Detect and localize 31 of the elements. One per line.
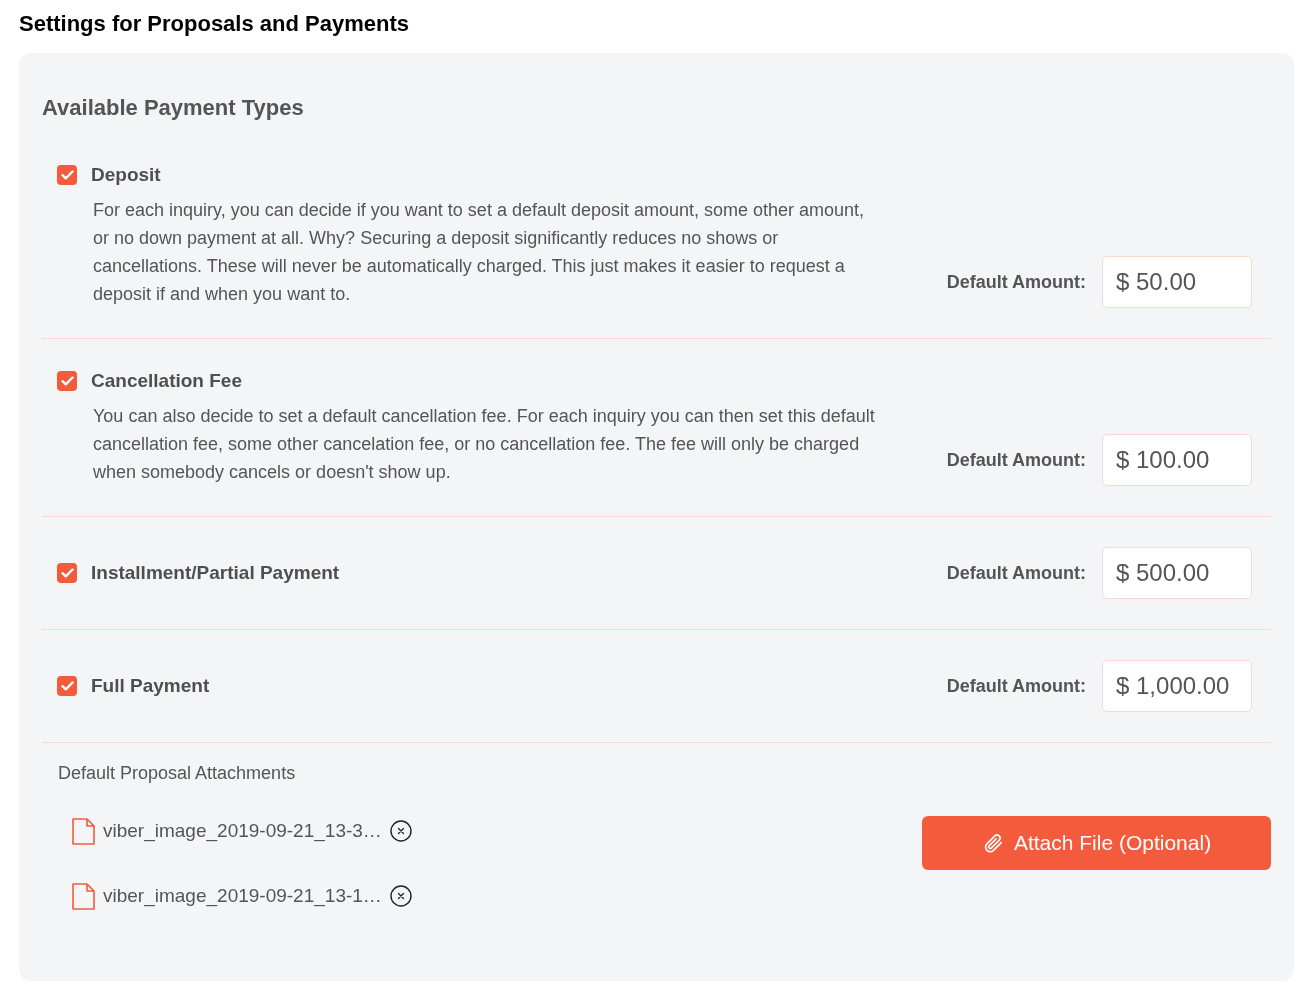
file-name[interactable]: viber_image_2019-09-21_13-3… — [103, 816, 382, 846]
checkbox[interactable] — [57, 563, 77, 583]
payment-type-description: You can also decide to set a default cancellation fee. For each inquiry you can then set this default cancellation fee, some other cancelation fee, or no cancellation fee. The fee will only be charged when somebody cancels or doesn't show up. — [93, 405, 876, 484]
payment-type-label: Deposit — [91, 162, 161, 187]
amount-field[interactable]: $ 50.00 — [1102, 256, 1252, 308]
remove-icon[interactable] — [389, 820, 412, 842]
document-icon — [72, 817, 95, 845]
amount-label: Default Amount: — [946, 561, 1086, 585]
checkbox[interactable] — [57, 676, 77, 696]
checkbox[interactable] — [57, 165, 77, 185]
file-name[interactable]: viber_image_2019-09-21_13-1… — [103, 881, 382, 911]
payment-type-description: For each inquiry, you can decide if you want to set a default deposit amount, some other amount, or no down payment at all. Why? Securing a deposit significantly reduces no shows or cancellations. These will never be automatically charged. This just makes it easier to request a deposit if and when you want to. — [93, 199, 866, 306]
check-icon — [60, 170, 74, 180]
check-icon — [60, 681, 74, 691]
amount-label: Default Amount: — [946, 270, 1086, 294]
check-icon — [60, 376, 74, 386]
section-heading: Available Payment Types — [42, 94, 305, 122]
amount-label: Default Amount: — [946, 674, 1086, 698]
checkbox[interactable] — [57, 371, 77, 391]
check-icon — [60, 568, 74, 578]
amount-label: Default Amount: — [946, 448, 1086, 472]
attachments-heading: Default Proposal Attachments — [57, 762, 297, 785]
amount-field[interactable]: $ 500.00 — [1102, 547, 1252, 599]
amount-field[interactable]: $ 100.00 — [1102, 434, 1252, 486]
page-title: Settings for Proposals and Payments — [19, 10, 410, 38]
payment-type-label: Cancellation Fee — [91, 368, 242, 393]
remove-icon[interactable] — [389, 885, 412, 907]
payment-type-label: Full Payment — [91, 673, 210, 698]
document-icon — [72, 882, 95, 910]
amount-field[interactable]: $ 1,000.00 — [1102, 660, 1252, 712]
payment-type-label: Installment/Partial Payment — [91, 560, 340, 585]
